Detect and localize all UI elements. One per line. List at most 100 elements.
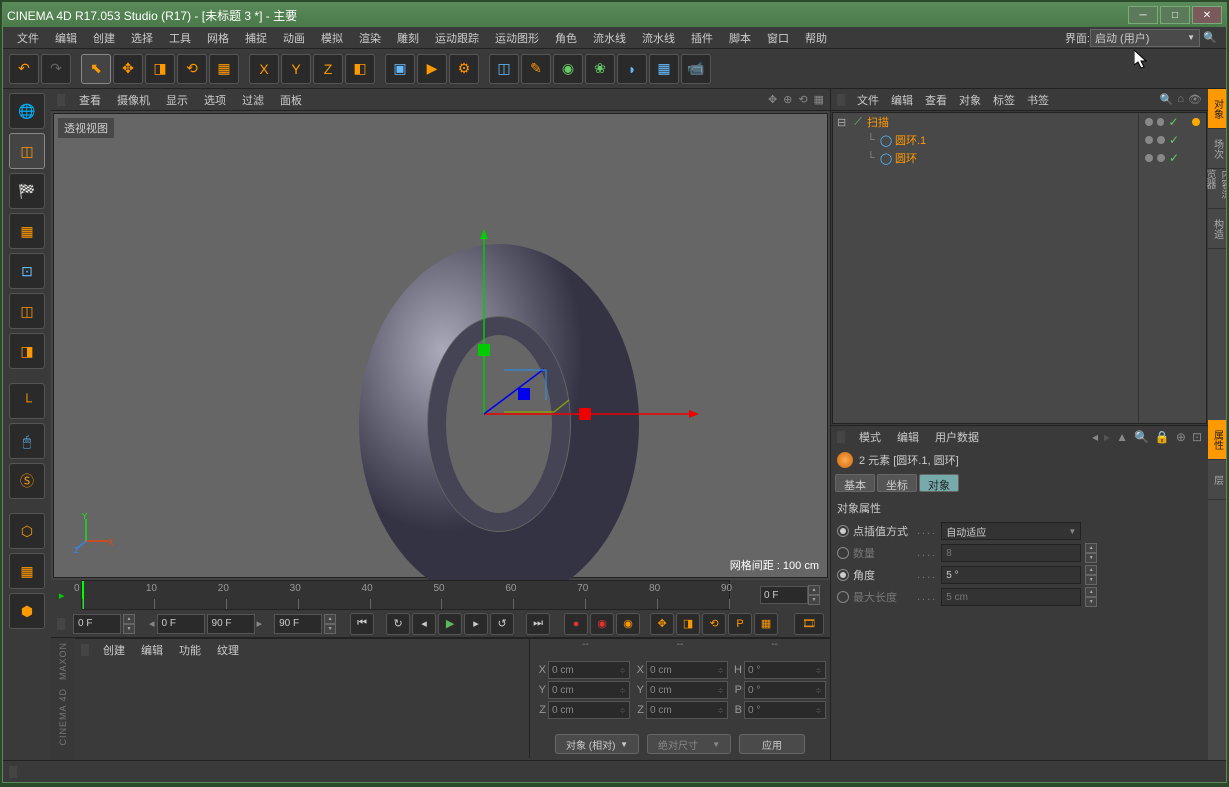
tree-item-label[interactable]: 圆环 (895, 150, 917, 166)
side-tab-attributes[interactable]: 属性 (1208, 420, 1226, 460)
next-frame-button[interactable]: ▸ (464, 613, 488, 635)
attr-anim-radio[interactable] (837, 569, 849, 581)
viewport-menu-filter[interactable]: 过滤 (234, 90, 272, 110)
om-menu-file[interactable]: 文件 (851, 90, 885, 110)
coord-rot-field[interactable]: 0 ° (744, 661, 826, 679)
visibility-dot-icon[interactable] (1145, 118, 1153, 126)
visibility-dot-icon[interactable] (1157, 136, 1165, 144)
render-view-button[interactable]: ▣ (385, 54, 415, 84)
viewport-menu-camera[interactable]: 摄像机 (109, 90, 158, 110)
deformer-button[interactable]: ❀ (585, 54, 615, 84)
render-settings-button[interactable]: ⚙ (449, 54, 479, 84)
search-icon[interactable]: 🔍 (1200, 31, 1220, 44)
autokey-button[interactable]: ◉ (590, 613, 614, 635)
generator-button[interactable]: ◉ (553, 54, 583, 84)
viewport-menu-options[interactable]: 选项 (196, 90, 234, 110)
cube-primitive-button[interactable]: ◫ (489, 54, 519, 84)
menu-mesh[interactable]: 网格 (199, 28, 237, 48)
light-button[interactable]: 📹 (681, 54, 711, 84)
mat-menu-texture[interactable]: 纹理 (209, 640, 247, 660)
key-pla-button[interactable]: ▦ (754, 613, 778, 635)
viewport-layout-icon[interactable]: ▦ (814, 93, 824, 106)
menu-help[interactable]: 帮助 (797, 28, 835, 48)
edge-mode-button[interactable]: ◫ (9, 293, 45, 329)
point-mode-button[interactable]: ⊡ (9, 253, 45, 289)
side-tab-takes[interactable]: 场次 (1208, 129, 1226, 169)
keyframe-selection-button[interactable]: ◉ (616, 613, 640, 635)
attr-tab-object[interactable]: 对象 (919, 474, 959, 492)
om-menu-bookmarks[interactable]: 书签 (1021, 90, 1055, 110)
environment-button[interactable]: ◗ (617, 54, 647, 84)
mat-menu-function[interactable]: 功能 (171, 640, 209, 660)
planar-workplane-button[interactable]: ▦ (9, 553, 45, 589)
panel-handle-icon[interactable]: ▒ (57, 618, 71, 630)
timeline-view-button[interactable]: 🎞 (794, 613, 824, 635)
tree-row-controls[interactable]: ✓ (1139, 113, 1206, 131)
attr-number-field[interactable]: 8 (941, 544, 1081, 562)
timeline-start-icon[interactable]: ▸ (59, 589, 71, 602)
move-tool[interactable]: ✥ (113, 54, 143, 84)
menu-animate[interactable]: 动画 (275, 28, 313, 48)
tree-row[interactable]: ⊟⟋扫描 (833, 113, 1138, 131)
camera-button[interactable]: ▦ (649, 54, 679, 84)
mat-menu-edit[interactable]: 编辑 (133, 640, 171, 660)
model-mode-button[interactable]: ◫ (9, 133, 45, 169)
coord-apply-button[interactable]: 应用 (739, 734, 805, 754)
timeline-ruler[interactable]: 0102030405060708090 (81, 580, 730, 610)
axis-y-button[interactable]: Y (281, 54, 311, 84)
key-rot-button[interactable]: ⟲ (702, 613, 726, 635)
coord-system-button[interactable]: ◧ (345, 54, 375, 84)
coord-pos-field[interactable]: 0 cm (548, 681, 630, 699)
key-param-button[interactable]: P (728, 613, 752, 635)
attr-new-icon[interactable]: ⊕ (1176, 430, 1186, 444)
menu-render[interactable]: 渲染 (351, 28, 389, 48)
visibility-dot-icon[interactable] (1157, 154, 1165, 162)
panel-handle-icon[interactable]: ▒ (81, 644, 95, 656)
attr-menu-edit[interactable]: 编辑 (889, 427, 927, 447)
menu-tools[interactable]: 工具 (161, 28, 199, 48)
axis-gizmo-icon[interactable] (414, 174, 714, 474)
side-tab-objects[interactable]: 对象 (1208, 89, 1226, 129)
key-pos-button[interactable]: ✥ (650, 613, 674, 635)
attr-dropdown-field[interactable]: 自动适应 (941, 522, 1081, 540)
prev-frame-button[interactable]: ◂ (412, 613, 436, 635)
viewport-zoom-icon[interactable]: ⊕ (783, 93, 792, 106)
axis-x-button[interactable]: X (249, 54, 279, 84)
attr-search-icon[interactable]: 🔍 (1134, 430, 1149, 444)
viewport-menu-view[interactable]: 查看 (71, 90, 109, 110)
side-tab-structure[interactable]: 构造 (1208, 209, 1226, 249)
tree-item-label[interactable]: 扫描 (867, 114, 889, 130)
current-frame-spinner[interactable]: ▲▼ (123, 614, 135, 634)
goto-end-button[interactable]: ⏭ (526, 613, 550, 635)
current-frame-field[interactable]: 0 F (73, 614, 121, 634)
coord-pos-field[interactable]: 0 cm (548, 701, 630, 719)
mat-menu-create[interactable]: 创建 (95, 640, 133, 660)
attr-tab-coord[interactable]: 坐标 (877, 474, 917, 492)
snap-button[interactable]: Ⓢ (9, 463, 45, 499)
goto-start-button[interactable]: ⏮ (350, 613, 374, 635)
om-menu-edit[interactable]: 编辑 (885, 90, 919, 110)
menu-motiontrack[interactable]: 运动跟踪 (427, 28, 487, 48)
close-button[interactable]: ✕ (1192, 6, 1222, 24)
tree-row-controls[interactable]: ✓ (1139, 131, 1206, 149)
lasttool-button[interactable]: ▦ (209, 54, 239, 84)
attr-number-field[interactable]: 5 cm (941, 588, 1081, 606)
om-home-icon[interactable]: ⌂ (1177, 93, 1184, 106)
attr-menu-userdata[interactable]: 用户数据 (927, 427, 987, 447)
coord-pos-field[interactable]: 0 cm (548, 661, 630, 679)
om-menu-tags[interactable]: 标签 (987, 90, 1021, 110)
viewport-menu-panel[interactable]: 面板 (272, 90, 310, 110)
attr-anim-radio[interactable] (837, 525, 849, 537)
visibility-dot-icon[interactable] (1157, 118, 1165, 126)
menu-character[interactable]: 角色 (547, 28, 585, 48)
attr-menu-icon[interactable]: ⊡ (1192, 430, 1202, 444)
enable-checkmark-icon[interactable]: ✓ (1168, 115, 1178, 129)
maximize-button[interactable]: □ (1160, 6, 1190, 24)
axis-mode-button[interactable]: └ (9, 383, 45, 419)
rotate-tool[interactable]: ⟲ (177, 54, 207, 84)
enable-checkmark-icon[interactable]: ✓ (1169, 151, 1179, 165)
menu-snap[interactable]: 捕捉 (237, 28, 275, 48)
tree-row-controls[interactable]: ✓ (1139, 149, 1206, 167)
attr-nav-fwd-icon[interactable]: ▸ (1104, 430, 1110, 444)
om-search-icon[interactable]: 🔍 (1160, 93, 1174, 106)
